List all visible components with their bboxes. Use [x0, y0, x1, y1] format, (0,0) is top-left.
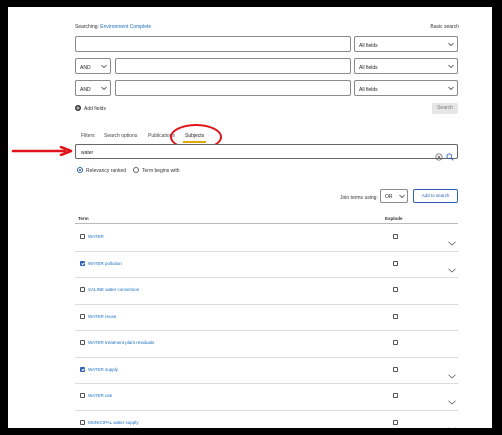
search-term-input-1[interactable] — [75, 36, 351, 52]
field-select-1-value: All fields — [359, 43, 378, 49]
explode-checkbox[interactable] — [393, 393, 398, 398]
chevron-down-icon[interactable] — [448, 392, 456, 410]
explode-checkbox[interactable] — [393, 260, 398, 266]
operator-select-3-value: AND — [80, 87, 91, 93]
row-divider — [75, 356, 458, 358]
term-checkbox[interactable] — [80, 419, 85, 425]
search-term-input-2[interactable] — [115, 58, 351, 74]
radio-relevancy-ranked[interactable] — [77, 167, 83, 173]
row-divider — [75, 409, 458, 411]
join-terms-label: Join terms using: — [340, 195, 378, 201]
field-select-2-value: All fields — [359, 65, 378, 71]
chevron-down-icon — [448, 42, 454, 47]
chevron-down-icon — [101, 64, 107, 69]
field-select-3[interactable]: All fields — [354, 80, 458, 96]
join-operator-select[interactable]: OR — [380, 189, 408, 203]
explode-checkbox[interactable] — [393, 234, 398, 239]
chevron-down-icon — [448, 86, 454, 91]
database-link[interactable]: Environment Complete — [100, 24, 151, 30]
search-button[interactable]: Search — [432, 103, 458, 114]
term-link[interactable]: MUNICIPAL water supply — [88, 420, 139, 425]
term-link[interactable]: WATER — [88, 234, 104, 239]
field-select-3-value: All fields — [359, 87, 378, 93]
annotation-arrow — [11, 146, 73, 156]
column-header-term: Term — [78, 216, 89, 221]
row-divider — [75, 330, 458, 331]
row-divider — [75, 303, 458, 305]
explode-checkbox[interactable] — [393, 366, 398, 372]
term-link[interactable]: SALINE water conversion — [88, 287, 139, 292]
add-fields-icon[interactable] — [75, 105, 81, 111]
term-link[interactable]: WATER supply — [88, 367, 118, 372]
join-operator-value: OR — [385, 194, 393, 200]
search-term-input-3[interactable] — [115, 80, 351, 96]
term-link[interactable]: WATER treatment plant residuals — [88, 340, 154, 345]
radio-term-begins-with[interactable] — [133, 167, 139, 173]
term-checkbox[interactable] — [80, 340, 85, 345]
chevron-down-icon — [448, 64, 454, 69]
chevron-down-icon[interactable] — [448, 260, 456, 278]
term-checkbox[interactable] — [80, 393, 85, 398]
term-checkbox[interactable] — [80, 234, 85, 239]
term-checkbox[interactable] — [80, 287, 85, 292]
explode-checkbox[interactable] — [393, 287, 398, 292]
operator-select-2[interactable]: AND — [75, 58, 111, 74]
add-to-search-button[interactable]: Add to search — [413, 189, 458, 203]
row-divider — [75, 250, 458, 252]
term-link[interactable]: WATER pollution — [88, 261, 122, 266]
basic-search-link[interactable]: Basic search — [430, 24, 459, 30]
tab-filters[interactable]: Filters — [81, 133, 95, 139]
search-icon[interactable] — [446, 148, 454, 166]
explode-checkbox[interactable] — [393, 340, 398, 345]
searching-prefix: Searching: — [75, 24, 99, 30]
tab-search-options[interactable]: Search options — [104, 133, 137, 139]
column-header-explode: Explode — [385, 216, 403, 221]
chevron-down-icon[interactable] — [448, 419, 456, 428]
term-link[interactable]: WATER reuse — [88, 314, 116, 319]
chevron-down-icon[interactable] — [448, 233, 456, 251]
searching-label: Searching: Environment Complete — [75, 24, 151, 30]
chevron-down-icon[interactable] — [448, 366, 456, 384]
subject-search-value: water — [81, 150, 94, 156]
operator-select-3[interactable]: AND — [75, 80, 111, 96]
table-header-divider — [75, 223, 458, 224]
term-checkbox[interactable] — [80, 366, 85, 372]
explode-checkbox[interactable] — [393, 313, 398, 319]
chevron-down-icon — [399, 194, 405, 199]
field-select-2[interactable]: All fields — [354, 58, 458, 74]
radio-relevancy-label: Relevancy ranked — [86, 168, 127, 174]
term-link[interactable]: WATER use — [88, 393, 112, 398]
advanced-search-page: Searching: Environment Complete Basic se… — [8, 7, 492, 428]
term-checkbox[interactable] — [80, 260, 85, 266]
explode-checkbox[interactable] — [393, 419, 398, 425]
subject-search-input[interactable]: water — [75, 144, 458, 161]
field-select-1[interactable]: All fields — [354, 36, 458, 52]
add-fields-button[interactable]: Add fields — [84, 106, 106, 112]
radio-term-begins-label: Term begins with — [142, 168, 180, 174]
term-checkbox[interactable] — [80, 313, 85, 319]
row-divider — [75, 277, 458, 278]
row-divider — [75, 383, 458, 384]
chevron-down-icon — [101, 86, 107, 91]
operator-select-2-value: AND — [80, 65, 91, 71]
clear-icon[interactable] — [435, 148, 443, 166]
